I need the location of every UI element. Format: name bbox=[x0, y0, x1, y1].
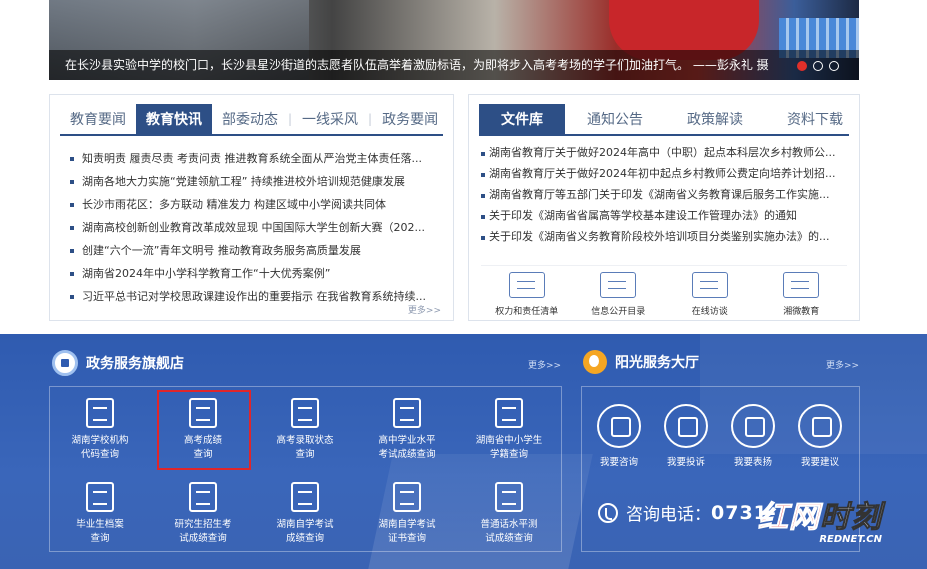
service-admission-status[interactable]: 高考录取状态 查询 bbox=[259, 398, 351, 462]
list-item[interactable]: 湖南高校创新创业教育改革成效显现 中国国际大学生创新大赛（202... bbox=[70, 216, 439, 239]
thumbs-up-icon bbox=[731, 404, 775, 448]
score-sheet-icon bbox=[393, 398, 421, 428]
document-search-icon bbox=[291, 398, 319, 428]
service-academic-level[interactable]: 高中学业水平 考试成绩查询 bbox=[361, 398, 453, 462]
archive-icon bbox=[86, 482, 114, 512]
service-school-code[interactable]: 湖南学校机构 代码查询 bbox=[54, 398, 146, 462]
chat-icon bbox=[783, 272, 820, 298]
school-icon bbox=[86, 398, 114, 428]
news-panel: 教育要闻 教育快讯 部委动态 | 一线采风 | 政务要闻 知责明责 履责尽责 考… bbox=[49, 94, 454, 321]
mandarin-test-icon bbox=[495, 482, 523, 512]
headset-icon bbox=[597, 404, 641, 448]
service-self-exam-certificate[interactable]: 湖南自学考试 证书查询 bbox=[361, 482, 453, 546]
news-tabs: 教育要闻 教育快讯 部委动态 | 一线采风 | 政务要闻 bbox=[60, 104, 443, 136]
list-item[interactable]: 创建“六个一流”青年文明号 推动教育政务服务高质量发展 bbox=[70, 239, 439, 262]
flagship-title: 政务服务旗舰店 bbox=[86, 356, 184, 372]
carousel-dot-2[interactable] bbox=[813, 61, 823, 71]
quick-links: 权力和责任清单 信息公开目录 在线访谈 湘微教育 bbox=[481, 265, 847, 317]
tab-government-news[interactable]: 政务要闻 bbox=[372, 104, 448, 134]
list-item[interactable]: 湖南省教育厅关于做好2024年初中起点乡村教师公费定向培养计划招... bbox=[481, 163, 845, 184]
tab-education-flash[interactable]: 教育快讯 bbox=[136, 104, 212, 134]
sunshine-item-suggestion[interactable]: 我要建议 bbox=[790, 404, 850, 468]
documents-list: 湖南省教育厅关于做好2024年高中（中职）起点本科层次乡村教师公... 湖南省教… bbox=[481, 142, 845, 247]
service-self-exam-score[interactable]: 湖南自学考试 成绩查询 bbox=[259, 482, 351, 546]
edit-icon bbox=[798, 404, 842, 448]
tab-policy-interpretation[interactable]: 政策解读 bbox=[665, 104, 765, 134]
quick-link-xiangwei[interactable]: 湘微教育 bbox=[761, 272, 841, 317]
flagship-header: 政务服务旗舰店 bbox=[52, 350, 184, 376]
news-list: 知责明责 履责尽责 考责问责 推进教育系统全面从严治党主体责任落... 湖南各地… bbox=[70, 147, 439, 308]
interview-icon bbox=[691, 272, 728, 298]
photo-banner[interactable]: 在长沙县实验中学的校门口，长沙县星沙街道的志愿者队伍高举着激励标语，为即将步入高… bbox=[49, 0, 859, 80]
sunshine-item-praise[interactable]: 我要表扬 bbox=[723, 404, 783, 468]
emblem-icon bbox=[52, 350, 78, 376]
tab-downloads[interactable]: 资料下载 bbox=[765, 104, 865, 134]
service-postgrad-score[interactable]: 研究生招生考 试成绩查询 bbox=[157, 482, 249, 546]
eye-icon bbox=[600, 272, 637, 298]
list-item[interactable]: 湖南省教育厅关于做好2024年高中（中职）起点本科层次乡村教师公... bbox=[481, 142, 845, 163]
list-icon bbox=[508, 272, 545, 298]
flagship-more-link[interactable]: 更多>> bbox=[528, 358, 561, 371]
watermark-domain: REDNET.CN bbox=[819, 534, 882, 545]
sunshine-logo-icon bbox=[583, 350, 607, 374]
hotline-label: 咨询电话： bbox=[626, 505, 711, 525]
sunshine-header: 阳光服务大厅 bbox=[583, 350, 699, 374]
hotline: 咨询电话： 0731- bbox=[598, 500, 777, 525]
list-item[interactable]: 湖南各地大力实施“党建领航工程” 持续推进校外培训规范健康发展 bbox=[70, 170, 439, 193]
carousel-dot-3[interactable] bbox=[829, 61, 839, 71]
sunshine-title: 阳光服务大厅 bbox=[615, 355, 699, 371]
tab-notices[interactable]: 通知公告 bbox=[565, 104, 665, 134]
carousel-dots bbox=[797, 61, 839, 71]
list-item[interactable]: 长沙市雨花区：多方联动 精准发力 构建区域中小学阅读共同体 bbox=[70, 193, 439, 216]
service-mandarin-score[interactable]: 普通话水平测 试成绩查询 bbox=[463, 482, 555, 546]
briefcase-icon bbox=[495, 398, 523, 428]
service-graduate-archive[interactable]: 毕业生档案 查询 bbox=[54, 482, 146, 546]
watermark-logo: 红网时刻 bbox=[758, 500, 882, 536]
list-item[interactable]: 湖南省教育厅等五部门关于印发《湖南省义务教育课后服务工作实施... bbox=[481, 184, 845, 205]
phone-icon bbox=[598, 502, 618, 523]
tab-file-library[interactable]: 文件库 bbox=[479, 104, 565, 134]
tab-education-news[interactable]: 教育要闻 bbox=[60, 104, 136, 134]
documents-panel: 文件库 通知公告 政策解读 资料下载 湖南省教育厅关于做好2024年高中（中职）… bbox=[468, 94, 860, 321]
carousel-dot-1[interactable] bbox=[797, 61, 807, 71]
quick-link-power-list[interactable]: 权力和责任清单 bbox=[487, 272, 567, 317]
banner-caption: 在长沙县实验中学的校门口，长沙县星沙街道的志愿者队伍高举着激励标语，为即将步入高… bbox=[65, 58, 769, 72]
list-item[interactable]: 习近平总书记对学校思政课建设作出的重要指示 在我省教育系统持续... bbox=[70, 285, 439, 308]
message-icon bbox=[664, 404, 708, 448]
sunshine-item-consult[interactable]: 我要咨询 bbox=[589, 404, 649, 468]
list-item[interactable]: 湖南省2024年中小学科学教育工作“十大优秀案例” bbox=[70, 262, 439, 285]
list-item[interactable]: 知责明责 履责尽责 考责问责 推进教育系统全面从严治党主体责任落... bbox=[70, 147, 439, 170]
rednet-watermark: 红网时刻 REDNET.CN bbox=[758, 492, 883, 546]
quick-link-interview[interactable]: 在线访谈 bbox=[670, 272, 750, 317]
tab-frontline[interactable]: 一线采风 bbox=[292, 104, 368, 134]
graduate-icon bbox=[189, 482, 217, 512]
more-link[interactable]: 更多>> bbox=[408, 303, 441, 316]
sunshine-item-complaint[interactable]: 我要投诉 bbox=[656, 404, 716, 468]
tab-ministry-news[interactable]: 部委动态 bbox=[212, 104, 288, 134]
certificate-icon bbox=[393, 482, 421, 512]
service-student-status[interactable]: 湖南省中小学生 学籍查询 bbox=[463, 398, 555, 462]
sunshine-more-link[interactable]: 更多>> bbox=[826, 358, 859, 371]
documents-tabs: 文件库 通知公告 政策解读 资料下载 bbox=[479, 104, 849, 136]
list-item[interactable]: 关于印发《湖南省义务教育阶段校外培训项目分类鉴别实施办法》的... bbox=[481, 226, 845, 247]
highlight-box bbox=[157, 390, 251, 470]
document-icon bbox=[291, 482, 319, 512]
list-item[interactable]: 关于印发《湖南省省属高等学校基本建设工作管理办法》的通知 bbox=[481, 205, 845, 226]
quick-link-disclosure[interactable]: 信息公开目录 bbox=[578, 272, 658, 317]
